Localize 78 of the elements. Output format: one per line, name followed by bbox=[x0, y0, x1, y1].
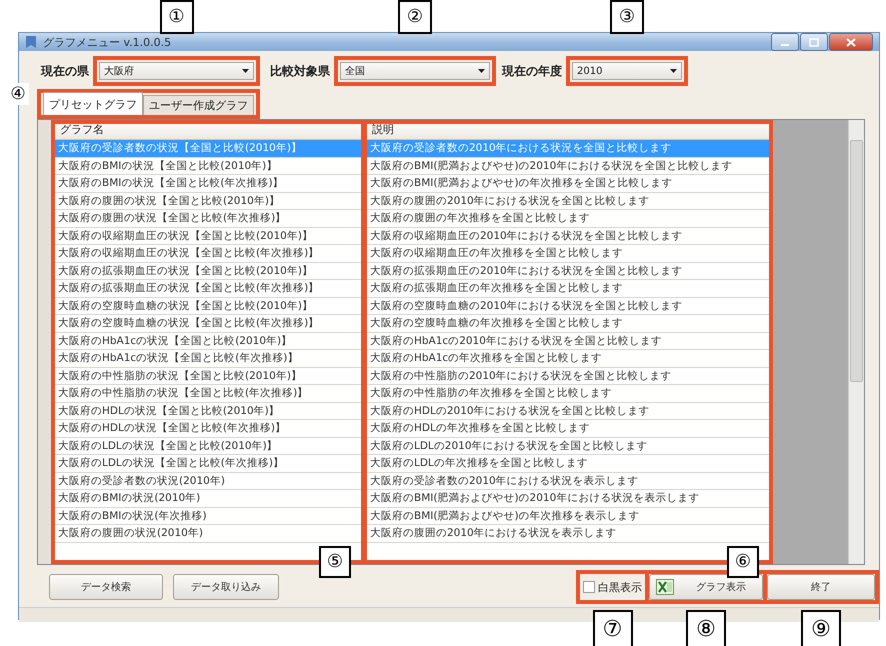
caret-icon bbox=[478, 69, 485, 73]
table-cell[interactable]: 大阪府のBMI(肥満およびやせ)の2010年における状況を表示します bbox=[364, 490, 772, 508]
table-cell[interactable]: 大阪府の拡張期血圧の年次推移を全国と比較します bbox=[364, 280, 772, 298]
table-cell[interactable]: 大阪府の空腹時血糖の年次推移を全国と比較します bbox=[364, 315, 772, 332]
caret-icon bbox=[670, 69, 677, 73]
table-cell[interactable]: 大阪府のHbA1cの2010年における状況を全国と比較します bbox=[364, 332, 772, 350]
table-cell[interactable]: 大阪府の収縮期血圧の2010年における状況を全国と比較します bbox=[364, 228, 772, 245]
table-cell[interactable]: 大阪府の腹囲の状況【全国と比較(年次推移)】 bbox=[52, 210, 364, 228]
table-cell[interactable]: 大阪府の受診者数の状況(2010年) bbox=[52, 472, 364, 490]
table-cell[interactable]: 大阪府のLDLの状況【全国と比較(年次推移)】 bbox=[52, 455, 364, 472]
table-cell[interactable]: 大阪府のHDLの2010年における状況を全国と比較します bbox=[364, 402, 772, 420]
dropdown[interactable]: 大阪府 bbox=[99, 62, 254, 80]
data-button[interactable]: データ取り込み bbox=[173, 574, 279, 600]
callout-label: ⑥ bbox=[727, 546, 759, 578]
table-cell[interactable]: 大阪府のHbA1cの状況【全国と比較(年次推移)】 bbox=[52, 350, 364, 368]
tab[interactable]: プリセットグラフ bbox=[43, 92, 143, 115]
dropdown[interactable]: 全国 bbox=[340, 62, 490, 80]
table-cell[interactable]: 大阪府の中性脂肪の年次推移を全国と比較します bbox=[364, 385, 772, 402]
table-cell[interactable]: 大阪府の空腹時血糖の状況【全国と比較(年次推移)】 bbox=[52, 315, 364, 332]
spreadsheet-icon bbox=[656, 579, 674, 595]
field-label: 現在の県 bbox=[41, 62, 89, 80]
scrollbar[interactable] bbox=[848, 120, 864, 564]
exit-button[interactable]: 終了 bbox=[767, 574, 875, 600]
app-icon bbox=[25, 35, 37, 49]
table-cell[interactable]: 大阪府のBMI(肥満およびやせ)の年次推移を表示します bbox=[364, 508, 772, 525]
table-cell[interactable]: 大阪府の受診者数の2010年における状況を表示します bbox=[364, 472, 772, 490]
maximize-icon bbox=[809, 38, 819, 46]
table-cell[interactable]: 大阪府のHDLの年次推移を全国と比較します bbox=[364, 420, 772, 438]
table-cell[interactable]: 大阪府の収縮期血圧の状況【全国と比較(2010年)】 bbox=[52, 228, 364, 245]
callout-label: ③ bbox=[610, 0, 644, 34]
callout-label: ② bbox=[398, 0, 432, 34]
table-cell[interactable]: 大阪府のHDLの状況【全国と比較(2010年)】 bbox=[52, 402, 364, 420]
table-cell[interactable]: 大阪府のLDLの年次推移を全国と比較します bbox=[364, 455, 772, 472]
caret-icon bbox=[242, 69, 249, 73]
callout-label: ⑦ bbox=[592, 610, 632, 646]
table-cell[interactable]: 大阪府のBMIの状況(2010年) bbox=[52, 490, 364, 508]
table-cell[interactable]: 大阪府のBMIの状況【全国と比較(年次推移)】 bbox=[52, 175, 364, 192]
table-cell[interactable]: 大阪府のBMI(肥満およびやせ)の2010年における状況を全国と比較します bbox=[364, 158, 772, 175]
tab[interactable]: ユーザー作成グラフ bbox=[143, 95, 254, 115]
maximize-button[interactable] bbox=[800, 33, 828, 51]
callout-label: ⑧ bbox=[686, 610, 726, 646]
table-cell[interactable]: 大阪府の腹囲の状況(2010年) bbox=[52, 525, 364, 542]
table-cell[interactable]: 大阪府の腹囲の年次推移を全国と比較します bbox=[364, 210, 772, 228]
monochrome-checkbox[interactable]: 白黒表示 bbox=[580, 574, 645, 600]
data-button[interactable]: データ検索 bbox=[49, 574, 163, 600]
table-cell[interactable]: 大阪府の腹囲の状況【全国と比較(2010年)】 bbox=[52, 192, 364, 210]
table-cell[interactable]: 大阪府のLDLの2010年における状況を全国と比較します bbox=[364, 438, 772, 455]
dropdown[interactable]: 2010 bbox=[572, 62, 682, 80]
table-cell[interactable]: 大阪府の拡張期血圧の状況【全国と比較(2010年)】 bbox=[52, 262, 364, 280]
table-cell[interactable]: 大阪府の中性脂肪の状況【全国と比較(年次推移)】 bbox=[52, 385, 364, 402]
table-cell[interactable]: 大阪府のLDLの状況【全国と比較(2010年)】 bbox=[52, 438, 364, 455]
table-cell[interactable]: 大阪府のHDLの状況【全国と比較(年次推移)】 bbox=[52, 420, 364, 438]
table-cell[interactable]: 大阪府の拡張期血圧の2010年における状況を全国と比較します bbox=[364, 262, 772, 280]
window-title: グラフメニュー v.1.0.0.5 bbox=[43, 34, 172, 50]
table-cell[interactable]: 大阪府の中性脂肪の状況【全国と比較(2010年)】 bbox=[52, 368, 364, 385]
table-cell[interactable]: 大阪府の収縮期血圧の状況【全国と比較(年次推移)】 bbox=[52, 245, 364, 262]
minimize-button[interactable] bbox=[771, 33, 799, 51]
callout-label: ① bbox=[160, 0, 194, 34]
table-cell[interactable]: 大阪府の中性脂肪の2010年における状況を全国と比較します bbox=[364, 368, 772, 385]
table-cell[interactable]: 大阪府の収縮期血圧の年次推移を全国と比較します bbox=[364, 245, 772, 262]
table-cell[interactable]: 大阪府の腹囲の2010年における状況を全国と比較します bbox=[364, 192, 772, 210]
field-label: 現在の年度 bbox=[502, 62, 562, 80]
table-cell[interactable]: 大阪府のBMIの状況【全国と比較(2010年)】 bbox=[52, 158, 364, 175]
table-cell[interactable]: 大阪府のHbA1cの年次推移を全国と比較します bbox=[364, 350, 772, 368]
callout-label: ⑤ bbox=[319, 546, 351, 578]
callout-label: ⑨ bbox=[801, 610, 841, 646]
table-cell[interactable]: 大阪府の腹囲の2010年における状況を表示します bbox=[364, 525, 772, 542]
minimize-icon bbox=[780, 44, 790, 46]
table-cell[interactable]: 大阪府のHbA1cの状況【全国と比較(2010年)】 bbox=[52, 332, 364, 350]
field-label: 比較対象県 bbox=[270, 62, 330, 80]
table-cell[interactable]: 大阪府の空腹時血糖の状況【全国と比較(2010年)】 bbox=[52, 298, 364, 315]
close-button[interactable] bbox=[829, 33, 873, 51]
close-icon bbox=[846, 38, 856, 46]
table-cell[interactable]: 大阪府の空腹時血糖の2010年における状況を全国と比較します bbox=[364, 298, 772, 315]
table-cell[interactable]: 大阪府のBMIの状況(年次推移) bbox=[52, 508, 364, 525]
table-cell[interactable]: 大阪府のBMI(肥満およびやせ)の年次推移を全国と比較します bbox=[364, 175, 772, 192]
graph-button[interactable]: グラフ表示 bbox=[649, 574, 763, 600]
table-cell[interactable]: 大阪府の拡張期血圧の状況【全国と比較(年次推移)】 bbox=[52, 280, 364, 298]
